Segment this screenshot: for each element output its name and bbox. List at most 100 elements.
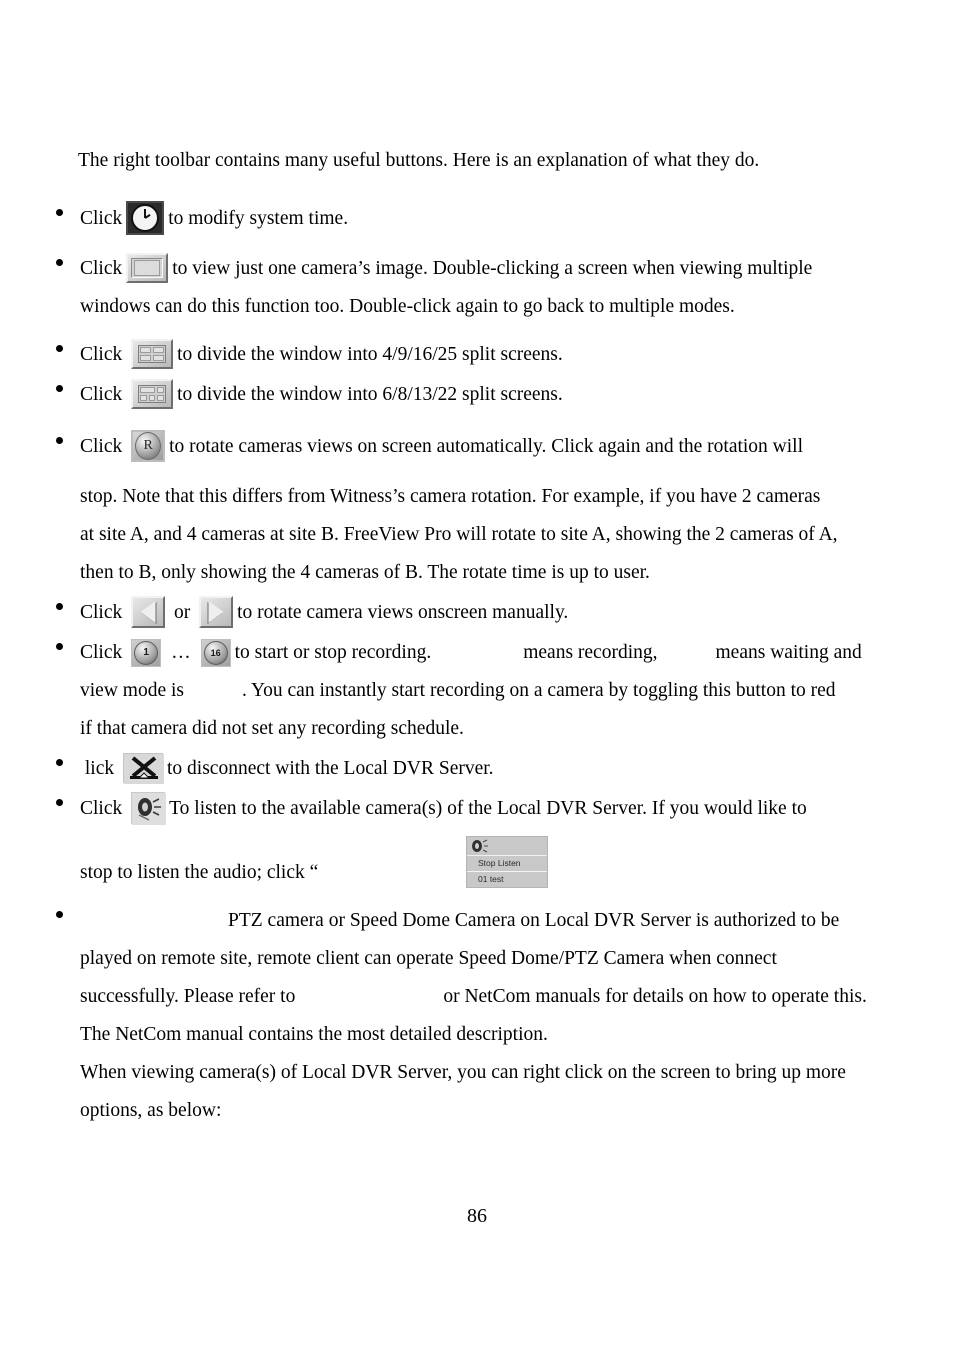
- popup-item-channel[interactable]: 01 test: [467, 872, 547, 887]
- click-label: Click: [80, 436, 123, 457]
- clock-icon[interactable]: [126, 201, 165, 235]
- bullet-text-after: to rotate camera views onscreen manually…: [237, 602, 569, 623]
- bullet-dot: [56, 436, 63, 444]
- clock-face: [131, 204, 160, 232]
- click-label: Click: [80, 602, 123, 623]
- grid-cell: [140, 395, 147, 401]
- popup-title-bar: [467, 837, 547, 856]
- grid-cell: [157, 395, 165, 401]
- bullet-dot: [56, 642, 63, 650]
- click-label: Click: [80, 798, 123, 819]
- auto-rotate-line3: at site A, and 4 cameras at site B. Free…: [80, 524, 838, 545]
- bullet-text: Click to view just one camera’s image. Do…: [80, 250, 876, 326]
- bullet-disconnect-server: lick to disconnect with the Local DVR Se…: [56, 750, 876, 788]
- bullet-dot: [56, 384, 63, 392]
- disconnect-x-icon[interactable]: [123, 753, 164, 784]
- bullet-dot: [56, 910, 63, 918]
- bullet-list: Click to modify system time. Click to view…: [56, 200, 876, 1130]
- closing-line2: options, as below:: [80, 1100, 222, 1121]
- bullet-text: Click To listen to the available camera(…: [80, 790, 876, 828]
- grid-cell: [153, 355, 165, 361]
- single-screen-icon[interactable]: [126, 253, 169, 283]
- bullet-text-after: to rotate cameras views on screen automa…: [169, 436, 804, 457]
- bullet-text: lick to disconnect with the Local DVR Se…: [80, 750, 876, 788]
- bullet-split-4-9-16-25: Click to divide the window into 4/9/16/2…: [56, 336, 876, 374]
- bullet-text: PTZ camera or Speed Dome Camera on Local…: [80, 902, 876, 940]
- grid-cell: [140, 347, 152, 353]
- bullet-text: Click to divide the window into 4/9/16/2…: [80, 336, 876, 374]
- bullet-dot: [56, 208, 63, 216]
- bullet-single-camera-view: Click to view just one camera’s image. Do…: [56, 250, 876, 326]
- recording-line3: if that camera did not set any recording…: [80, 718, 464, 739]
- camera-16-button-icon[interactable]: 16: [200, 639, 231, 667]
- bullet-text: Click 1 … 16 to start or stop recording. mea…: [80, 634, 876, 672]
- bullet-text-after: to disconnect with the Local DVR Server.: [167, 758, 494, 779]
- camera-1-button-icon[interactable]: 1: [131, 639, 162, 667]
- rotate-r-icon[interactable]: R: [131, 430, 166, 462]
- means-waiting-label: means waiting and: [715, 642, 862, 663]
- arrow-right-icon[interactable]: [199, 596, 234, 628]
- bullet-dot: [56, 798, 63, 806]
- rotate-orb-label: R: [135, 432, 162, 460]
- bullet-ptz-camera: PTZ camera or Speed Dome Camera on Local…: [56, 902, 876, 1130]
- grid-4-split-icon[interactable]: [131, 339, 174, 369]
- grid-cell: [157, 387, 165, 393]
- arrow-right-triangle: [208, 601, 224, 623]
- closing-line1: When viewing camera(s) of Local DVR Serv…: [80, 1062, 846, 1083]
- grid-cell: [140, 355, 152, 361]
- recording-line2-end: . You can instantly start recording on a…: [241, 680, 836, 701]
- auto-rotate-line4: then to B, only showing the 4 cameras of…: [80, 562, 650, 583]
- listen-line2-start: stop to listen the audio; click “: [80, 862, 319, 883]
- camera-number-label: 16: [203, 641, 228, 665]
- grid-6-layout: [138, 385, 167, 403]
- grid-cell-main: [140, 387, 156, 393]
- bullet-text: Click or to rotate camera views onscreen…: [80, 594, 876, 632]
- recording-line2-start: view mode is: [80, 680, 184, 701]
- click-label: Click: [80, 344, 123, 365]
- bullet-text: Click Rto rotate cameras views on screen…: [80, 428, 876, 466]
- means-recording-label: means recording,: [523, 642, 658, 663]
- bullet-start-stop-recording: Click 1 … 16 to start or stop recording. mea…: [56, 634, 876, 748]
- bullet-auto-rotate: Click Rto rotate cameras views on screen…: [56, 428, 876, 592]
- bullet-dot: [56, 602, 63, 610]
- bullet-dot: [56, 344, 63, 352]
- document-page: The right toolbar contains many useful b…: [0, 0, 954, 1352]
- bullet-text-after: to view just one camera’s image. Double-…: [80, 258, 813, 317]
- bullet-manual-rotate: Click or to rotate camera views onscreen…: [56, 594, 876, 632]
- grid-4-layout: [138, 345, 167, 363]
- click-label: lick: [84, 758, 115, 779]
- ptz-line3-end: or NetCom manuals for details on how to …: [443, 986, 867, 1007]
- camera-number-label: 1: [134, 641, 159, 665]
- bullet-text-after: To listen to the available camera(s) of …: [169, 798, 807, 819]
- ptz-line2: played on remote site, remote client can…: [80, 948, 777, 969]
- bullet-split-6-8-13-22: Click to divide the window into 6/8/13/2…: [56, 376, 876, 414]
- screen-pane: [134, 260, 161, 276]
- ptz-line4: The NetCom manual contains the most deta…: [80, 1024, 548, 1045]
- ptz-line1: PTZ camera or Speed Dome Camera on Local…: [228, 910, 840, 931]
- page-number: 86: [467, 1205, 487, 1227]
- click-label: Click: [80, 642, 123, 663]
- bullet-text-after: to modify system time.: [168, 208, 349, 229]
- bullet-text-after: to divide the window into 4/9/16/25 spli…: [177, 344, 563, 365]
- ellipsis-label: …: [171, 642, 191, 663]
- auto-rotate-line2: stop. Note that this differs from Witnes…: [80, 486, 821, 507]
- bullet-modify-system-time: Click to modify system time.: [56, 200, 876, 238]
- bullet-text: Click to modify system time.: [80, 200, 876, 238]
- bullet-text: Click to divide the window into 6/8/13/2…: [80, 376, 876, 414]
- bullet-dot: [56, 258, 63, 266]
- popup-item-stop-listen[interactable]: Stop Listen: [467, 856, 547, 872]
- bullet-text-after: to divide the window into 6/8/13/22 spli…: [177, 384, 563, 405]
- intro-paragraph: The right toolbar contains many useful b…: [78, 150, 760, 171]
- ptz-line3-start: successfully. Please refer to: [80, 986, 296, 1007]
- click-label: Click: [80, 208, 123, 229]
- click-label: Click: [80, 258, 123, 279]
- bullet-text-after: to start or stop recording.: [234, 642, 432, 663]
- or-label: or: [174, 602, 191, 623]
- click-label: Click: [80, 384, 123, 405]
- arrow-left-icon[interactable]: [131, 596, 166, 628]
- bullet-dot: [56, 758, 63, 766]
- stop-listen-popup[interactable]: Stop Listen 01 test: [466, 836, 548, 888]
- grid-6-split-icon[interactable]: [131, 379, 174, 409]
- listen-speaker-icon[interactable]: [131, 792, 167, 825]
- ptz-line3: successfully. Please refer to or NetCom m…: [80, 978, 876, 1016]
